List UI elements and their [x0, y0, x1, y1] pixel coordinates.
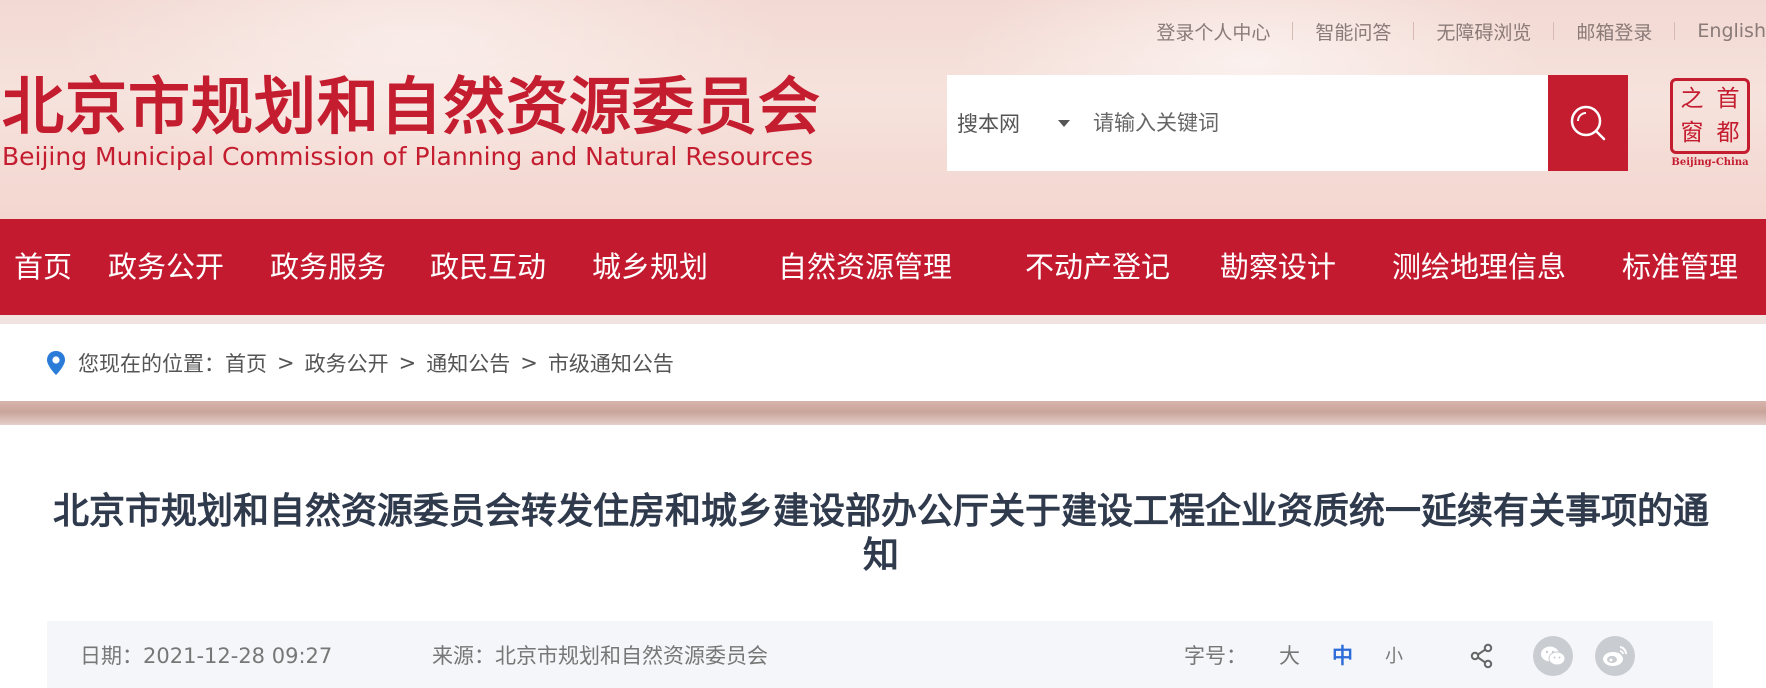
seal-char: 都 [1716, 120, 1740, 146]
wechat-icon [1541, 646, 1566, 666]
nav-item-survey-design[interactable]: 勘察设计 [1220, 219, 1336, 315]
breadcrumb-separator: > [520, 351, 538, 375]
search-scope-select[interactable]: 搜本网 [947, 108, 1085, 138]
seal-char: 首 [1716, 86, 1740, 112]
search-scope-label: 搜本网 [957, 112, 1020, 136]
site-subtitle: Beijing Municipal Commission of Planning… [2, 142, 813, 171]
nav-item-standards[interactable]: 标准管理 [1622, 219, 1738, 315]
nav-item-government-services[interactable]: 政务服务 [270, 219, 386, 315]
top-link-smart-qa[interactable]: 智能问答 [1293, 18, 1413, 45]
top-link-english[interactable]: English [1675, 20, 1766, 42]
top-link-mail-login[interactable]: 邮箱登录 [1554, 18, 1674, 45]
nav-item-real-estate-registration[interactable]: 不动产登记 [1025, 219, 1170, 315]
breadcrumb-separator: > [398, 351, 417, 375]
capital-window-seal: 之 首 窗 都 [1670, 78, 1750, 154]
caret-down-icon [1058, 119, 1070, 127]
top-links: 登录个人中心 智能问答 无障碍浏览 邮箱登录 English [1134, 18, 1766, 44]
article-source: 来源：北京市规划和自然资源委员会 [432, 643, 768, 668]
article-title: 北京市规划和自然资源委员会转发住房和城乡建设部办公厅关于建设工程企业资质统一延续… [52, 491, 1709, 576]
nav-item-surveying-geoinfo[interactable]: 测绘地理信息 [1392, 219, 1566, 315]
seal-char: 之 [1680, 86, 1704, 112]
search-input[interactable] [1085, 93, 1548, 153]
weibo-icon [1603, 646, 1628, 666]
nav-item-urban-rural-planning[interactable]: 城乡规划 [592, 219, 708, 315]
site-title[interactable]: 北京市规划和自然资源委员会 [2, 70, 821, 144]
seal-char: 窗 [1680, 120, 1704, 146]
search-button[interactable] [1548, 75, 1628, 171]
font-size-small[interactable]: 小 [1385, 642, 1403, 668]
search-icon [1570, 105, 1606, 141]
share-bar [1467, 636, 1635, 676]
breadcrumb-prefix: 您现在的位置： [78, 352, 225, 376]
breadcrumb-home[interactable]: 首页 [225, 348, 267, 378]
nav-item-home[interactable]: 首页 [14, 219, 72, 315]
location-pin-icon [46, 350, 66, 376]
main-nav: 首页 政务公开 政务服务 政民互动 城乡规划 自然资源管理 不动产登记 勘察设计… [0, 219, 1766, 315]
nav-item-public-interaction[interactable]: 政民互动 [430, 219, 546, 315]
capital-window-logo[interactable]: 之 首 窗 都 Beijing-China [1668, 78, 1752, 170]
article: 北京市规划和自然资源委员会转发住房和城乡建设部办公厅关于建设工程企业资质统一延续… [0, 425, 1766, 688]
search-box: 搜本网 [947, 75, 1628, 171]
font-size-label: 字号： [1184, 643, 1247, 668]
wechat-share-button[interactable] [1533, 636, 1573, 676]
article-meta-bar: 日期：2021-12-28 09:27 来源：北京市规划和自然资源委员会 字号：… [47, 621, 1713, 688]
breadcrumb-separator: > [277, 351, 295, 375]
nav-item-natural-resources[interactable]: 自然资源管理 [778, 219, 952, 315]
weibo-share-button[interactable] [1595, 636, 1635, 676]
breadcrumb-government-affairs-open[interactable]: 政务公开 [305, 348, 389, 378]
breadcrumb: 您现在的位置： 首页 > 政务公开 > 通知公告 > 市级通知公告 [0, 325, 1766, 401]
font-size-switcher: 字号： 大 中 小 [1184, 640, 1403, 670]
article-date: 日期：2021-12-28 09:27 [80, 643, 333, 668]
breadcrumb-municipal-notices[interactable]: 市级通知公告 [548, 348, 674, 378]
top-link-personal-center[interactable]: 登录个人中心 [1134, 18, 1292, 45]
font-size-large[interactable]: 大 [1279, 640, 1300, 670]
nav-item-government-affairs-open[interactable]: 政务公开 [108, 219, 224, 315]
breadcrumb-notices[interactable]: 通知公告 [426, 348, 510, 378]
font-size-medium[interactable]: 中 [1332, 640, 1353, 670]
site-header: 登录个人中心 智能问答 无障碍浏览 邮箱登录 English 北京市规划和自然资… [0, 0, 1766, 219]
share-icon[interactable] [1467, 641, 1497, 671]
top-link-accessibility[interactable]: 无障碍浏览 [1414, 18, 1553, 45]
capital-window-caption: Beijing-China [1671, 157, 1749, 168]
